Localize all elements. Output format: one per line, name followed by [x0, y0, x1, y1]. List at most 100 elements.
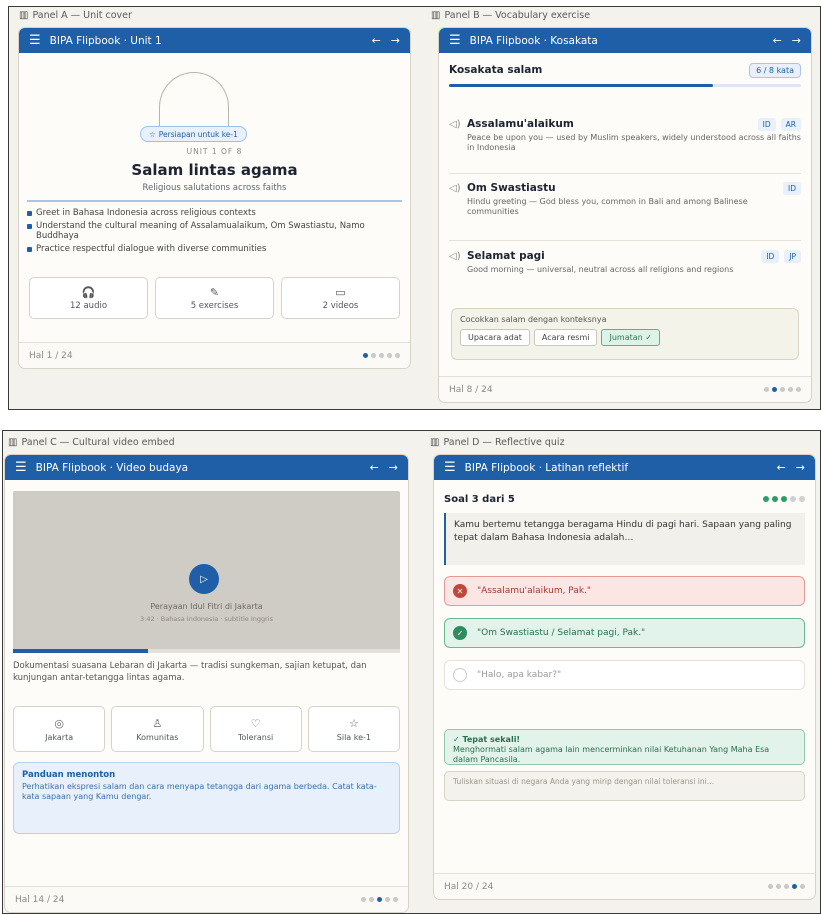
page-dot[interactable] — [772, 387, 777, 392]
page-dot[interactable] — [796, 387, 801, 392]
page-dot[interactable] — [800, 884, 805, 889]
menu-icon[interactable]: ☰ — [449, 33, 461, 48]
panel-b-label: ▥ Panel B — Vocabulary exercise — [431, 10, 591, 21]
page-dot[interactable] — [784, 884, 789, 889]
match-chip-correct[interactable]: Jumatan ✓ — [601, 329, 660, 346]
page-dots — [363, 353, 400, 358]
quiz-dot — [799, 496, 805, 502]
tag-toleransi[interactable]: ♡ Toleransi — [209, 706, 302, 752]
match-exercise: Cocokkan salam dengan konteksnya Upacara… — [451, 308, 799, 360]
tag-sila[interactable]: ☆ Sila ke-1 — [307, 706, 400, 752]
panel-d-topbar: ☰ BIPA Flipbook · Latihan reflektif ← → — [434, 455, 815, 480]
panel-a-card: ☰ BIPA Flipbook · Unit 1 ← → ☆ Persiapan u… — [18, 27, 411, 369]
guide-title: Panduan menonton — [22, 770, 116, 780]
panel-c-footer: Hal 14 / 24 — [5, 886, 408, 912]
vocab-title: Kosakata salam — [449, 64, 543, 76]
panel-b-card: ☰ BIPA Flipbook · Kosakata ← → Kosakata s… — [438, 27, 812, 403]
answer-option[interactable]: "Halo, apa kabar?" — [444, 660, 805, 690]
page-indicator: Hal 20 / 24 — [444, 881, 494, 892]
panel-c-label: ▥ Panel C — Cultural video embed — [8, 437, 175, 448]
video-meta: 3:42 · Bahasa Indonesia · subtitle Inggr… — [140, 615, 273, 623]
heart-icon: ♡ — [250, 716, 261, 730]
page-dot[interactable] — [385, 897, 390, 902]
page-dot[interactable] — [377, 897, 382, 902]
feedback-box: ✓ Tepat sekali! Menghormati salam agama … — [444, 729, 805, 765]
video-progress-bar[interactable] — [13, 649, 400, 653]
stat-exercises[interactable]: ✎ 5 exercises — [155, 277, 274, 319]
tag-jakarta[interactable]: ◎ Jakarta — [13, 706, 106, 752]
quiz-dot — [772, 496, 778, 502]
prev-page-icon[interactable]: ← — [773, 34, 782, 47]
page-dot[interactable] — [395, 353, 400, 358]
page-dot[interactable] — [387, 353, 392, 358]
quiz-dot — [781, 496, 787, 502]
answer-option-correct[interactable]: ✓ "Om Swastiastu / Selamat pagi, Pak." — [444, 618, 805, 648]
quiz-progress-dots — [763, 496, 805, 502]
divider — [449, 173, 801, 174]
page-dot[interactable] — [379, 353, 384, 358]
next-page-icon[interactable]: → — [389, 461, 398, 474]
list-item: Greet in Bahasa Indonesia across religio… — [27, 208, 402, 218]
unit-stats: 🎧 12 audio ✎ 5 exercises ▭ 2 videos — [29, 277, 400, 319]
puzzle-icon: ✎ — [209, 285, 220, 299]
book-icon: ▥ — [8, 437, 18, 448]
stat-videos[interactable]: ▭ 2 videos — [281, 277, 400, 319]
answer-option-wrong[interactable]: ✕ "Assalamu'alaikum, Pak." — [444, 576, 805, 606]
menu-icon[interactable]: ☰ — [29, 33, 41, 48]
match-chip[interactable]: Acara resmi — [533, 329, 598, 346]
prev-page-icon[interactable]: ← — [370, 461, 379, 474]
match-chip[interactable]: Upacara adat — [460, 329, 530, 346]
panel-a-topbar: ☰ BIPA Flipbook · Unit 1 ← → — [19, 28, 410, 53]
panel-d-card: ☰ BIPA Flipbook · Latihan reflektif ← → S… — [433, 454, 816, 900]
book-icon: ▥ — [19, 10, 29, 21]
wrong-icon: ✕ — [453, 584, 467, 598]
page-dot[interactable] — [788, 387, 793, 392]
page-dot[interactable] — [768, 884, 773, 889]
video-tags: ◎ Jakarta ♙ Komunitas ♡ Toleransi ☆ Sila ke-… — [13, 706, 400, 752]
audio-icon[interactable]: ◁) — [449, 119, 467, 130]
page-dot[interactable] — [393, 897, 398, 902]
next-page-icon[interactable]: → — [796, 461, 805, 474]
page-dots — [361, 897, 398, 902]
vocab-item[interactable]: ◁) Selamat pagi ID JP Good morning — univer… — [449, 247, 801, 275]
vocab-definition: Good morning — universal, neutral across… — [467, 265, 734, 274]
vocab-item[interactable]: ◁) Om Swastiastu ID Hindu greeting — God b… — [449, 179, 801, 217]
video-player[interactable]: ▷ Perayaan Idul Fitri di Jakarta 3:42 · … — [13, 491, 400, 653]
stat-audio[interactable]: 🎧 12 audio — [29, 277, 148, 319]
topbar-title: BIPA Flipbook · Kosakata — [469, 34, 598, 47]
topbar-title: BIPA Flipbook · Latihan reflektif — [464, 461, 629, 474]
tag-komunitas[interactable]: ♙ Komunitas — [111, 706, 204, 752]
next-page-icon[interactable]: → — [391, 34, 400, 47]
video-description: Dokumentasi suasana Lebaran di Jakarta —… — [13, 661, 367, 683]
prev-page-icon[interactable]: ← — [777, 461, 786, 474]
next-page-icon[interactable]: → — [792, 34, 801, 47]
panel-c-topbar: ☰ BIPA Flipbook · Video budaya ← → — [5, 455, 408, 480]
reflection-input[interactable]: Tuliskan situasi di negara Anda yang mir… — [444, 771, 805, 801]
page-dot[interactable] — [792, 884, 797, 889]
vocab-item[interactable]: ◁) Assalamu'alaikum ID AR Peace be upon you… — [449, 115, 801, 153]
video-caption: Perayaan Idul Fitri di Jakarta — [150, 602, 263, 611]
page-dot[interactable] — [776, 884, 781, 889]
bullet-icon — [27, 224, 32, 229]
page-dot[interactable] — [363, 353, 368, 358]
page-dot[interactable] — [361, 897, 366, 902]
page-dot[interactable] — [764, 387, 769, 392]
book-icon: ▥ — [431, 10, 441, 21]
panel-d-footer: Hal 20 / 24 — [434, 873, 815, 899]
page-dot[interactable] — [780, 387, 785, 392]
quiz-dot — [790, 496, 796, 502]
page-dot[interactable] — [369, 897, 374, 902]
panel-b-footer: Hal 8 / 24 — [439, 376, 811, 402]
prev-page-icon[interactable]: ← — [372, 34, 381, 47]
menu-icon[interactable]: ☰ — [15, 460, 27, 475]
audio-icon[interactable]: ◁) — [449, 251, 467, 262]
page-dot[interactable] — [371, 353, 376, 358]
menu-icon[interactable]: ☰ — [444, 460, 456, 475]
page-dots — [768, 884, 805, 889]
feedback-title: ✓ Tepat sekali! — [453, 735, 521, 744]
panel-c-card: ☰ BIPA Flipbook · Video budaya ← → ▷ Pera… — [4, 454, 409, 913]
check-icon: ✓ — [453, 626, 467, 640]
audio-icon[interactable]: ◁) — [449, 183, 467, 194]
play-icon[interactable]: ▷ — [189, 564, 219, 594]
quiz-dot — [763, 496, 769, 502]
